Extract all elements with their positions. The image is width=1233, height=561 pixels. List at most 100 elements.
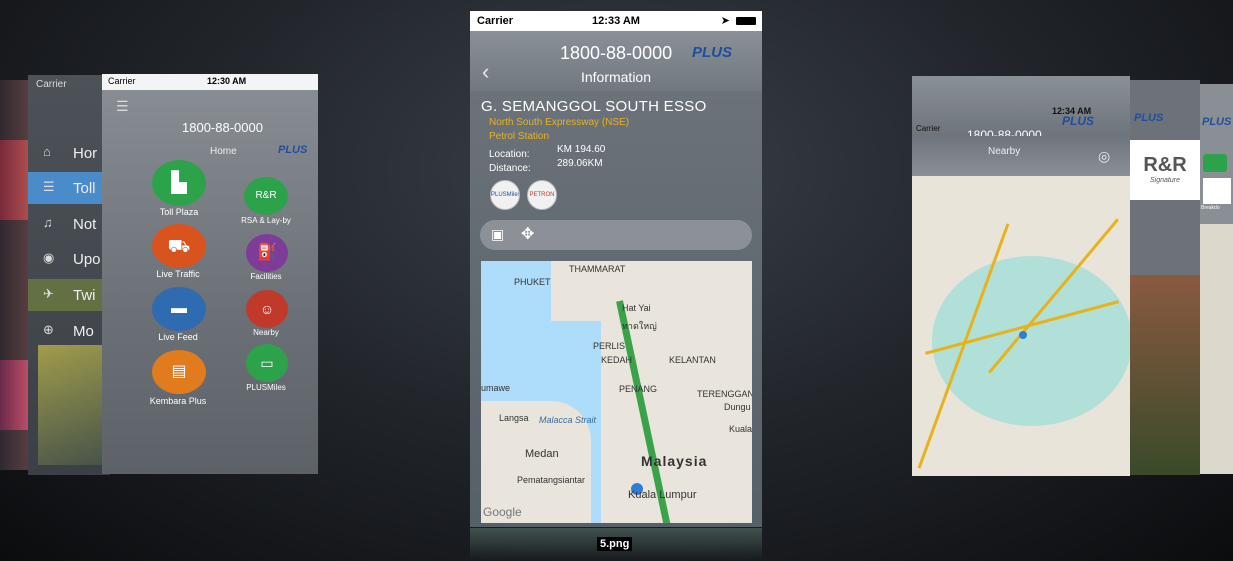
menu-item-notifications[interactable]: ♫ Not: [28, 208, 110, 240]
warning-sign-icon: [1203, 178, 1231, 204]
bell-icon: ♫: [43, 215, 53, 230]
home-panel: Carrier 12:30 AM ☰ 1800-88-0000 Home PLU…: [102, 74, 318, 474]
map-label: KELANTAN: [669, 355, 716, 365]
plus-circle-icon: ⊕: [43, 322, 54, 337]
map-label: Hat Yai: [622, 303, 651, 313]
action-toolbar: ▣ ✥: [480, 220, 752, 250]
location-arrow-icon: ➤: [720, 15, 730, 27]
image-icon[interactable]: ▣: [491, 226, 504, 243]
menu-item-home[interactable]: ⌂ Hor: [28, 137, 110, 169]
side-menu-panel: Carrier ⌂ Hor ☰ Toll ♫ Not ◉ Upo ✈ Twi ⊕…: [28, 75, 110, 475]
map-label: Pematangsiantar: [517, 475, 586, 485]
rnr-sign: R&R: [1143, 154, 1187, 176]
center-phone-screen: Carrier 12:33 AM ➤ 1800-88-0000 PLUS ‹ I…: [470, 11, 762, 527]
nearby-panel: Carrier 12:34 AM 1800-88-0000 PLUS Nearb…: [912, 76, 1130, 476]
tile-label: RSA & Lay-by: [241, 216, 291, 225]
map-label: หาดใหญ่: [622, 321, 657, 331]
carrier-label: Carrier: [36, 79, 67, 90]
menu-item-more[interactable]: ⊕ Mo: [28, 315, 110, 347]
station-type: Petrol Station: [489, 131, 550, 142]
facilities-tile[interactable]: ⛽: [246, 234, 288, 272]
right-panel-breakdown: PLUS Breakdo: [1200, 84, 1233, 474]
map-label: PERLIS: [593, 341, 626, 351]
carrier-label: Carrier: [916, 124, 941, 133]
card-icon: ▭: [260, 355, 274, 371]
traffic-icon: ⛟: [167, 236, 191, 256]
menu-item-label: Toll: [73, 180, 96, 197]
tile-label: Live Traffic: [156, 269, 200, 279]
menu-item-label: Not: [73, 216, 97, 233]
map-label: PHUKET: [514, 277, 551, 287]
file-caption: 5.png: [597, 537, 633, 551]
map-view[interactable]: [912, 176, 1130, 476]
book-icon: ▤: [171, 363, 187, 380]
menu-item-updates[interactable]: ◉ Upo: [28, 243, 110, 275]
plusmiles-tile[interactable]: ▭: [246, 344, 288, 382]
expressway-name: North South Expressway (NSE): [489, 117, 630, 128]
badge-label: PLUSMiles RELOAD: [491, 192, 520, 198]
distance-value: 289.06KM: [557, 158, 603, 169]
menu-item-label: Hor: [73, 145, 98, 162]
rnr-sub: Signature: [1150, 177, 1180, 184]
rnr-icon: R&R: [255, 190, 277, 201]
plus-logo: PLUS: [1134, 112, 1164, 124]
locate-icon[interactable]: ◎: [1098, 148, 1110, 165]
menu-item-label: Upo: [73, 251, 101, 268]
green-button[interactable]: [1203, 154, 1227, 172]
map-label: TERENGGAN: [697, 389, 752, 399]
fuel-icon: ⛽: [257, 244, 277, 261]
map-label: Medan: [525, 448, 559, 460]
rnr-signature-logo: R&R Signature: [1130, 140, 1200, 200]
map-view[interactable]: THAMMARAT PHUKET Hat Yai หาดใหญ่ PERLIS …: [481, 261, 752, 523]
far-left-panel: [0, 80, 30, 470]
home-icon: ⌂: [43, 144, 51, 159]
location-marker: [1019, 331, 1027, 339]
map-label: Malaysia: [641, 453, 708, 469]
tile-label: Kembara Plus: [149, 396, 207, 406]
car-photo: [38, 345, 108, 465]
live-feed-tile[interactable]: ▬: [152, 287, 206, 331]
station-name: G. SEMANGGOL SOUTH ESSO: [481, 98, 707, 115]
map-label: KEDAH: [601, 355, 633, 365]
breakdown-label: Breakdo: [1201, 205, 1220, 211]
menu-item-toll[interactable]: ☰ Toll: [28, 172, 110, 204]
tile-label: Nearby: [253, 328, 279, 337]
google-logo: Google: [483, 505, 522, 519]
map-view: [1200, 224, 1233, 474]
directions-icon[interactable]: ✥: [521, 224, 534, 244]
menu-item-twitter[interactable]: ✈ Twi: [28, 279, 110, 311]
phone-number[interactable]: 1800-88-0000: [182, 120, 263, 135]
photo-thumbnail: [0, 140, 30, 220]
status-bar: Carrier: [28, 75, 110, 93]
battery-icon: [736, 17, 756, 25]
map-label: Kuala: [729, 424, 752, 434]
kembara-plus-tile[interactable]: ▤: [152, 350, 206, 394]
nearby-tile[interactable]: ☺: [246, 290, 288, 328]
plus-logo: PLUS: [692, 44, 733, 61]
rsa-tile[interactable]: R&R: [244, 177, 288, 215]
tile-label: Facilities: [250, 272, 282, 281]
tile-label: PLUSMiles: [246, 383, 286, 392]
page-title: Nearby: [988, 146, 1021, 157]
tile-label: Toll Plaza: [159, 207, 199, 217]
status-time: 12:30 AM: [207, 76, 247, 86]
cctv-icon: ▬: [171, 300, 187, 317]
plus-logo: PLUS: [1202, 116, 1232, 128]
plus-logo: PLUS: [278, 144, 308, 156]
live-traffic-tile[interactable]: ⛟: [152, 224, 206, 268]
phone-number[interactable]: 1800-88-0000: [560, 43, 672, 64]
badge-label: PETRON: [529, 192, 555, 198]
status-time: 12:33 AM: [592, 15, 640, 27]
rnr-photo: [1130, 275, 1200, 475]
hamburger-icon[interactable]: ☰: [116, 98, 129, 115]
petron-badge[interactable]: PETRON: [527, 180, 557, 210]
plusmiles-reload-badge[interactable]: PLUSMiles RELOAD: [490, 180, 520, 210]
menu-item-label: Mo: [73, 323, 94, 340]
map-label: umawe: [481, 383, 511, 393]
toll-plaza-tile[interactable]: ▙: [152, 160, 206, 206]
location-value: KM 194.60: [557, 144, 606, 155]
map-label: THAMMARAT: [569, 264, 626, 274]
plus-logo: PLUS: [1062, 114, 1095, 128]
page-title: Information: [580, 69, 652, 85]
header: Carrier 12:34 AM 1800-88-0000 PLUS: [912, 76, 1130, 142]
